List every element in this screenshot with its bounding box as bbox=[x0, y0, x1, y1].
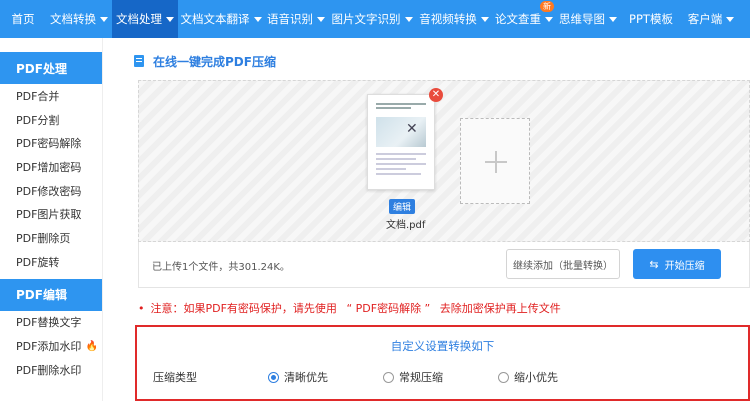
sidebar-item-pdf-merge[interactable]: PDF合并 bbox=[0, 84, 102, 108]
upload-info-text: 已上传1个文件，共301.24K。 bbox=[152, 262, 290, 273]
notice-suffix: 去除加密保护再上传文件 bbox=[439, 302, 561, 315]
radio-checked-icon bbox=[268, 371, 279, 383]
sidebar-item-label: PDF替换文字 bbox=[16, 316, 82, 330]
continue-add-button[interactable]: 继续添加（批量转换） bbox=[506, 249, 620, 279]
chevron-down-icon bbox=[404, 16, 413, 22]
custom-settings-panel: 自定义设置转换如下 压缩类型 清晰优先 常规压缩 缩小优先 bbox=[135, 325, 750, 401]
start-compress-label: 开始压缩 bbox=[664, 260, 705, 272]
notice-bullet: • bbox=[138, 302, 145, 315]
nav-item-label: 思维导图 bbox=[559, 12, 605, 26]
nav-item-speech[interactable]: 语音识别 bbox=[264, 0, 328, 38]
nav-item-ocr[interactable]: 图片文字识别 bbox=[328, 0, 416, 38]
nav-item-label: 首页 bbox=[11, 12, 35, 26]
sidebar-item-pdf-replace-text[interactable]: PDF替换文字 bbox=[0, 311, 102, 335]
password-notice: • 注意：如果PDF有密码保护，请先使用 “ PDF密码解除 ” 去除加密保护再上… bbox=[138, 300, 561, 316]
sidebar-item-label: PDF增加密码 bbox=[16, 160, 82, 174]
page-title: 在线一键完成PDF压缩 bbox=[153, 55, 276, 69]
nav-item-label: 文档处理 bbox=[116, 12, 162, 26]
sidebar-item-pdf-add-watermark[interactable]: PDF添加水印 🔥 bbox=[0, 334, 102, 358]
fire-icon: 🔥 bbox=[85, 340, 98, 352]
start-compress-button[interactable]: ⇆ 开始压缩 bbox=[633, 249, 721, 279]
radio-label: 缩小优先 bbox=[514, 371, 558, 384]
chevron-down-icon bbox=[726, 16, 735, 22]
chevron-down-icon bbox=[100, 16, 108, 22]
sidebar-section-pdf-process: PDF处理 bbox=[0, 52, 102, 84]
compression-type-label: 压缩类型 bbox=[153, 371, 197, 384]
file-name: 文档.pdf bbox=[386, 220, 426, 231]
nav-item-client[interactable]: 客户端 bbox=[682, 0, 740, 38]
nav-item-plagiarism[interactable]: 论文查重新 bbox=[492, 0, 556, 38]
file-thumbnail[interactable] bbox=[367, 94, 435, 190]
sidebar-item-label: PDF添加水印 bbox=[16, 340, 82, 354]
sidebar-item-pdf-unlock[interactable]: PDF密码解除 bbox=[0, 131, 102, 155]
chevron-down-icon bbox=[317, 16, 325, 22]
sidebar-item-pdf-split[interactable]: PDF分割 bbox=[0, 108, 102, 132]
pdf-unlock-link[interactable]: “ PDF密码解除 ” bbox=[346, 302, 430, 315]
add-file-button[interactable] bbox=[460, 118, 530, 204]
nav-item-translate[interactable]: 文档文本翻译 bbox=[178, 0, 264, 38]
sidebar-item-label: PDF密码解除 bbox=[16, 137, 82, 151]
new-badge: 新 bbox=[540, 1, 554, 12]
swap-icon: ⇆ bbox=[649, 257, 659, 271]
sidebar-section-pdf-edit: PDF编辑 bbox=[0, 278, 102, 311]
remove-file-icon[interactable]: ✕ bbox=[429, 88, 443, 102]
nav-item-label: 文档文本翻译 bbox=[180, 12, 250, 26]
sidebar-item-pdf-rotate[interactable]: PDF旋转 bbox=[0, 250, 102, 274]
chevron-down-icon bbox=[545, 16, 553, 22]
radio-unchecked-icon bbox=[383, 371, 394, 383]
nav-item-mindmap[interactable]: 思维导图 bbox=[556, 0, 620, 38]
main-content: 在线一键完成PDF压缩 ✕ 编辑 文档.pdf 已上传1个文件，共301.24K… bbox=[134, 38, 750, 401]
radio-normal-compress[interactable]: 常规压缩 bbox=[383, 369, 443, 385]
nav-item-label: 语音识别 bbox=[267, 12, 313, 26]
thumbnail-image bbox=[376, 117, 426, 147]
nav-item-av-convert[interactable]: 音视频转换 bbox=[416, 0, 492, 38]
sidebar-item-pdf-remove-watermark[interactable]: PDF删除水印 bbox=[0, 358, 102, 382]
sidebar-item-pdf-change-password[interactable]: PDF修改密码 bbox=[0, 179, 102, 203]
nav-item-doc-process[interactable]: 文档处理 bbox=[112, 0, 178, 38]
radio-label: 清晰优先 bbox=[284, 371, 328, 384]
sidebar-item-label: PDF分割 bbox=[16, 113, 60, 127]
sidebar-item-label: PDF图片获取 bbox=[16, 208, 82, 222]
sidebar-item-label: PDF删除页 bbox=[16, 231, 71, 245]
radio-label: 常规压缩 bbox=[399, 371, 443, 384]
sidebar-item-label: PDF合并 bbox=[16, 89, 60, 103]
nav-item-label: 文档转换 bbox=[50, 12, 96, 26]
chevron-down-icon bbox=[253, 16, 262, 22]
nav-item-label: 音视频转换 bbox=[419, 12, 477, 26]
radio-unchecked-icon bbox=[498, 371, 509, 383]
upload-footer: 已上传1个文件，共301.24K。 继续添加（批量转换） ⇆ 开始压缩 bbox=[138, 242, 750, 288]
notice-prefix: 注意：如果PDF有密码保护，请先使用 bbox=[150, 302, 337, 315]
settings-title: 自定义设置转换如下 bbox=[390, 339, 495, 353]
radio-clarity-first[interactable]: 清晰优先 bbox=[268, 369, 328, 385]
sidebar-item-pdf-delete-pages[interactable]: PDF删除页 bbox=[0, 226, 102, 250]
top-nav: 首页 文档转换 文档处理 文档文本翻译 语音识别 图片文字识别 音视频转换 论文… bbox=[0, 0, 750, 38]
nav-item-label: 论文查重 bbox=[495, 12, 541, 26]
nav-item-label: 图片文字识别 bbox=[331, 12, 401, 26]
sidebar: PDF处理 PDF合并 PDF分割 PDF密码解除 PDF增加密码 PDF修改密… bbox=[0, 38, 103, 401]
nav-item-doc-convert[interactable]: 文档转换 bbox=[46, 0, 112, 38]
nav-item-home[interactable]: 首页 bbox=[0, 0, 46, 38]
sidebar-item-label: PDF修改密码 bbox=[16, 184, 82, 198]
nav-item-ppt[interactable]: PPT模板 bbox=[620, 0, 682, 38]
nav-item-label: 客户端 bbox=[687, 12, 723, 26]
sidebar-item-pdf-add-password[interactable]: PDF增加密码 bbox=[0, 155, 102, 179]
sidebar-item-label: PDF删除水印 bbox=[16, 363, 82, 377]
radio-smallest-first[interactable]: 缩小优先 bbox=[498, 369, 558, 385]
thumbnail-text-lines bbox=[376, 153, 426, 178]
upload-area[interactable]: ✕ 编辑 文档.pdf bbox=[138, 80, 750, 242]
chevron-down-icon bbox=[609, 16, 617, 22]
chevron-down-icon bbox=[166, 16, 174, 22]
nav-item-label: PPT模板 bbox=[629, 12, 673, 26]
edit-file-button[interactable]: 编辑 bbox=[389, 199, 416, 214]
chevron-down-icon bbox=[480, 16, 489, 22]
sidebar-item-pdf-extract-images[interactable]: PDF图片获取 bbox=[0, 202, 102, 226]
sidebar-item-label: PDF旋转 bbox=[16, 255, 60, 269]
document-icon bbox=[134, 55, 144, 67]
thumbnail-header-lines bbox=[376, 103, 426, 111]
